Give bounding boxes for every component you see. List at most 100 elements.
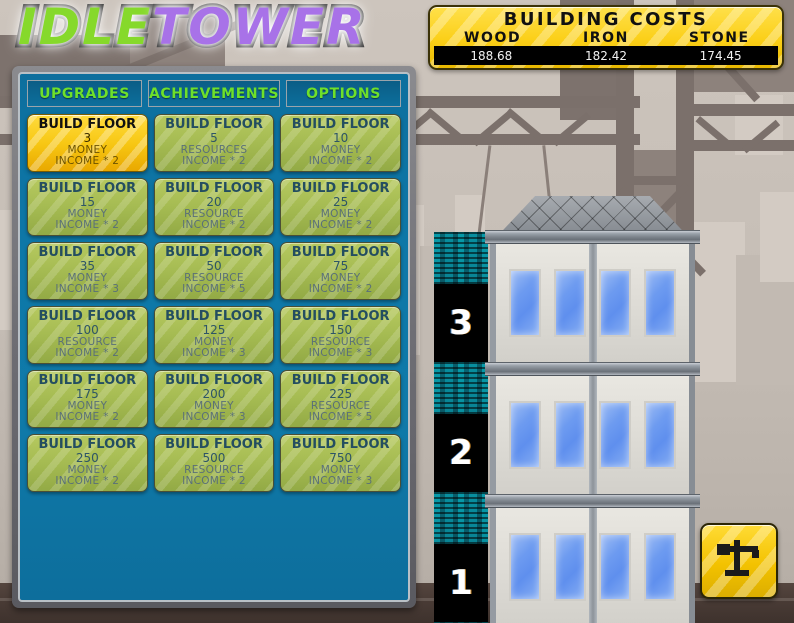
- building-costs-values: 188.68 182.42 174.45: [434, 46, 778, 65]
- building-costs-labels: WOOD IRON STONE: [430, 30, 782, 46]
- tower-floor[interactable]: [490, 244, 695, 362]
- upgrade-title: BUILD FLOOR: [38, 373, 137, 389]
- tab-bar: UPGRADES ACHIEVEMENTS OPTIONS: [27, 80, 402, 107]
- upgrade-effect: INCOME * 3: [55, 283, 120, 296]
- upgrade-effect: INCOME * 3: [182, 411, 246, 424]
- crane-icon: [717, 540, 759, 576]
- tower-window: [553, 269, 586, 337]
- upgrade-button[interactable]: BUILD FLOOR 35 MONEY INCOME * 3: [27, 242, 148, 300]
- upgrade-title: BUILD FLOOR: [38, 437, 137, 453]
- upgrade-button[interactable]: BUILD FLOOR 250 MONEY INCOME * 2: [27, 434, 148, 492]
- cost-value-wood: 188.68: [470, 48, 513, 63]
- upgrade-effect: INCOME * 2: [182, 475, 246, 488]
- tower-floor[interactable]: [490, 376, 695, 494]
- floor-divider: [485, 230, 700, 244]
- tower-window: [644, 401, 677, 469]
- floor-number: 1: [434, 544, 488, 622]
- tower-window: [644, 269, 677, 337]
- upgrade-button[interactable]: BUILD FLOOR 225 RESOURCE INCOME * 5: [280, 370, 401, 428]
- upgrade-effect: INCOME * 2: [308, 155, 373, 168]
- title-tower: TOWER: [149, 0, 368, 60]
- cost-label-iron: IRON: [582, 30, 629, 46]
- cost-value-stone: 174.45: [699, 48, 742, 63]
- strip-texture-block: [434, 492, 488, 544]
- upgrade-title: BUILD FLOOR: [38, 245, 137, 261]
- upgrade-effect: INCOME * 3: [308, 475, 373, 488]
- upgrade-title: BUILD FLOOR: [38, 181, 137, 197]
- upgrade-button[interactable]: BUILD FLOOR 15 MONEY INCOME * 2: [27, 178, 148, 236]
- floor-divider: [485, 362, 700, 376]
- cost-label-wood: WOOD: [464, 30, 522, 46]
- upgrade-button[interactable]: BUILD FLOOR 175 MONEY INCOME * 2: [27, 370, 148, 428]
- tab-achievements[interactable]: ACHIEVEMENTS: [147, 80, 281, 107]
- tower-window: [553, 401, 586, 469]
- upgrade-button[interactable]: BUILD FLOOR 75 MONEY INCOME * 2: [280, 242, 401, 300]
- tower-floor[interactable]: [490, 508, 695, 623]
- tab-upgrades[interactable]: UPGRADES: [27, 80, 142, 107]
- upgrade-button[interactable]: BUILD FLOOR 25 MONEY INCOME * 2: [280, 178, 401, 236]
- upgrade-title: BUILD FLOOR: [291, 117, 390, 133]
- upgrade-effect: INCOME * 2: [308, 283, 373, 296]
- upgrade-button[interactable]: BUILD FLOOR 750 MONEY INCOME * 3: [280, 434, 401, 492]
- upgrade-button[interactable]: BUILD FLOOR 125 MONEY INCOME * 3: [153, 306, 275, 364]
- upgrade-effect: INCOME * 2: [55, 155, 120, 168]
- upgrade-title: BUILD FLOOR: [165, 437, 263, 453]
- upgrade-effect: INCOME * 2: [55, 475, 120, 488]
- tower-window: [508, 533, 541, 601]
- upgrades-panel-inner: UPGRADES ACHIEVEMENTS OPTIONS BUILD FLOO…: [18, 72, 410, 602]
- building-costs-heading: BUILDING COSTS: [503, 9, 709, 30]
- upgrade-button[interactable]: BUILD FLOOR 100 RESOURCE INCOME * 2: [27, 306, 148, 364]
- floor-number: 3: [434, 284, 488, 362]
- upgrade-effect: INCOME * 2: [55, 219, 120, 232]
- tower-window: [508, 401, 541, 469]
- upgrade-effect: INCOME * 5: [182, 283, 246, 296]
- upgrade-button[interactable]: BUILD FLOOR 20 RESOURCE INCOME * 2: [153, 178, 275, 236]
- upgrade-effect: INCOME * 3: [308, 347, 373, 360]
- upgrade-effect: INCOME * 2: [308, 219, 373, 232]
- floor-indicator-strip: 3 2 1: [434, 232, 488, 623]
- tower-window: [599, 401, 632, 469]
- page-title: IDLETOWER: [14, 0, 368, 60]
- upgrade-title: BUILD FLOOR: [38, 117, 137, 133]
- tower-window: [553, 533, 586, 601]
- floor-divider: [485, 494, 700, 508]
- building-costs-panel: BUILDING COSTS WOOD IRON STONE 188.68 18…: [428, 5, 784, 70]
- title-idle: IDLE: [14, 0, 153, 60]
- upgrade-title: BUILD FLOOR: [291, 373, 390, 389]
- upgrade-title: BUILD FLOOR: [165, 181, 263, 197]
- cost-label-stone: STONE: [688, 30, 750, 46]
- upgrade-title: BUILD FLOOR: [291, 437, 390, 453]
- upgrade-grid: BUILD FLOOR 3 MONEY INCOME * 2 BUILD FLOOR 5 R…: [27, 114, 401, 492]
- upgrade-button[interactable]: BUILD FLOOR 5 RESOURCES INCOME * 2: [153, 114, 275, 172]
- tower-building: [485, 196, 700, 623]
- upgrade-title: BUILD FLOOR: [291, 309, 390, 325]
- upgrade-title: BUILD FLOOR: [165, 245, 263, 261]
- upgrade-button[interactable]: BUILD FLOOR 3 MONEY INCOME * 2: [27, 114, 148, 172]
- upgrade-button[interactable]: BUILD FLOOR 200 MONEY INCOME * 3: [153, 370, 275, 428]
- upgrade-title: BUILD FLOOR: [291, 181, 390, 197]
- upgrade-title: BUILD FLOOR: [165, 309, 263, 325]
- upgrade-title: BUILD FLOOR: [165, 373, 263, 389]
- upgrade-effect: INCOME * 2: [182, 155, 246, 168]
- upgrade-button[interactable]: BUILD FLOOR 150 RESOURCE INCOME * 3: [280, 306, 401, 364]
- game-screen: IDLETOWER BUILDING COSTS WOOD IRON STONE…: [0, 0, 794, 623]
- tab-options[interactable]: OPTIONS: [286, 80, 402, 107]
- floor-number: 2: [434, 414, 488, 492]
- strip-texture-block: [434, 362, 488, 414]
- upgrade-title: BUILD FLOOR: [38, 309, 137, 325]
- upgrade-button[interactable]: BUILD FLOOR 50 RESOURCE INCOME * 5: [153, 242, 275, 300]
- tower-window: [508, 269, 541, 337]
- upgrade-title: BUILD FLOOR: [291, 245, 390, 261]
- upgrades-panel: UPGRADES ACHIEVEMENTS OPTIONS BUILD FLOO…: [12, 66, 416, 608]
- tower-window: [599, 533, 632, 601]
- upgrade-effect: INCOME * 2: [182, 219, 246, 232]
- upgrade-button[interactable]: BUILD FLOOR 500 RESOURCE INCOME * 2: [153, 434, 275, 492]
- upgrade-button[interactable]: BUILD FLOOR 10 MONEY INCOME * 2: [280, 114, 401, 172]
- upgrade-effect: INCOME * 5: [308, 411, 373, 424]
- upgrade-effect: INCOME * 2: [55, 347, 120, 360]
- strip-texture-block: [434, 232, 488, 284]
- upgrade-effect: INCOME * 3: [182, 347, 246, 360]
- tower-window: [644, 533, 677, 601]
- tower-window: [599, 269, 632, 337]
- build-crane-button[interactable]: [700, 523, 778, 599]
